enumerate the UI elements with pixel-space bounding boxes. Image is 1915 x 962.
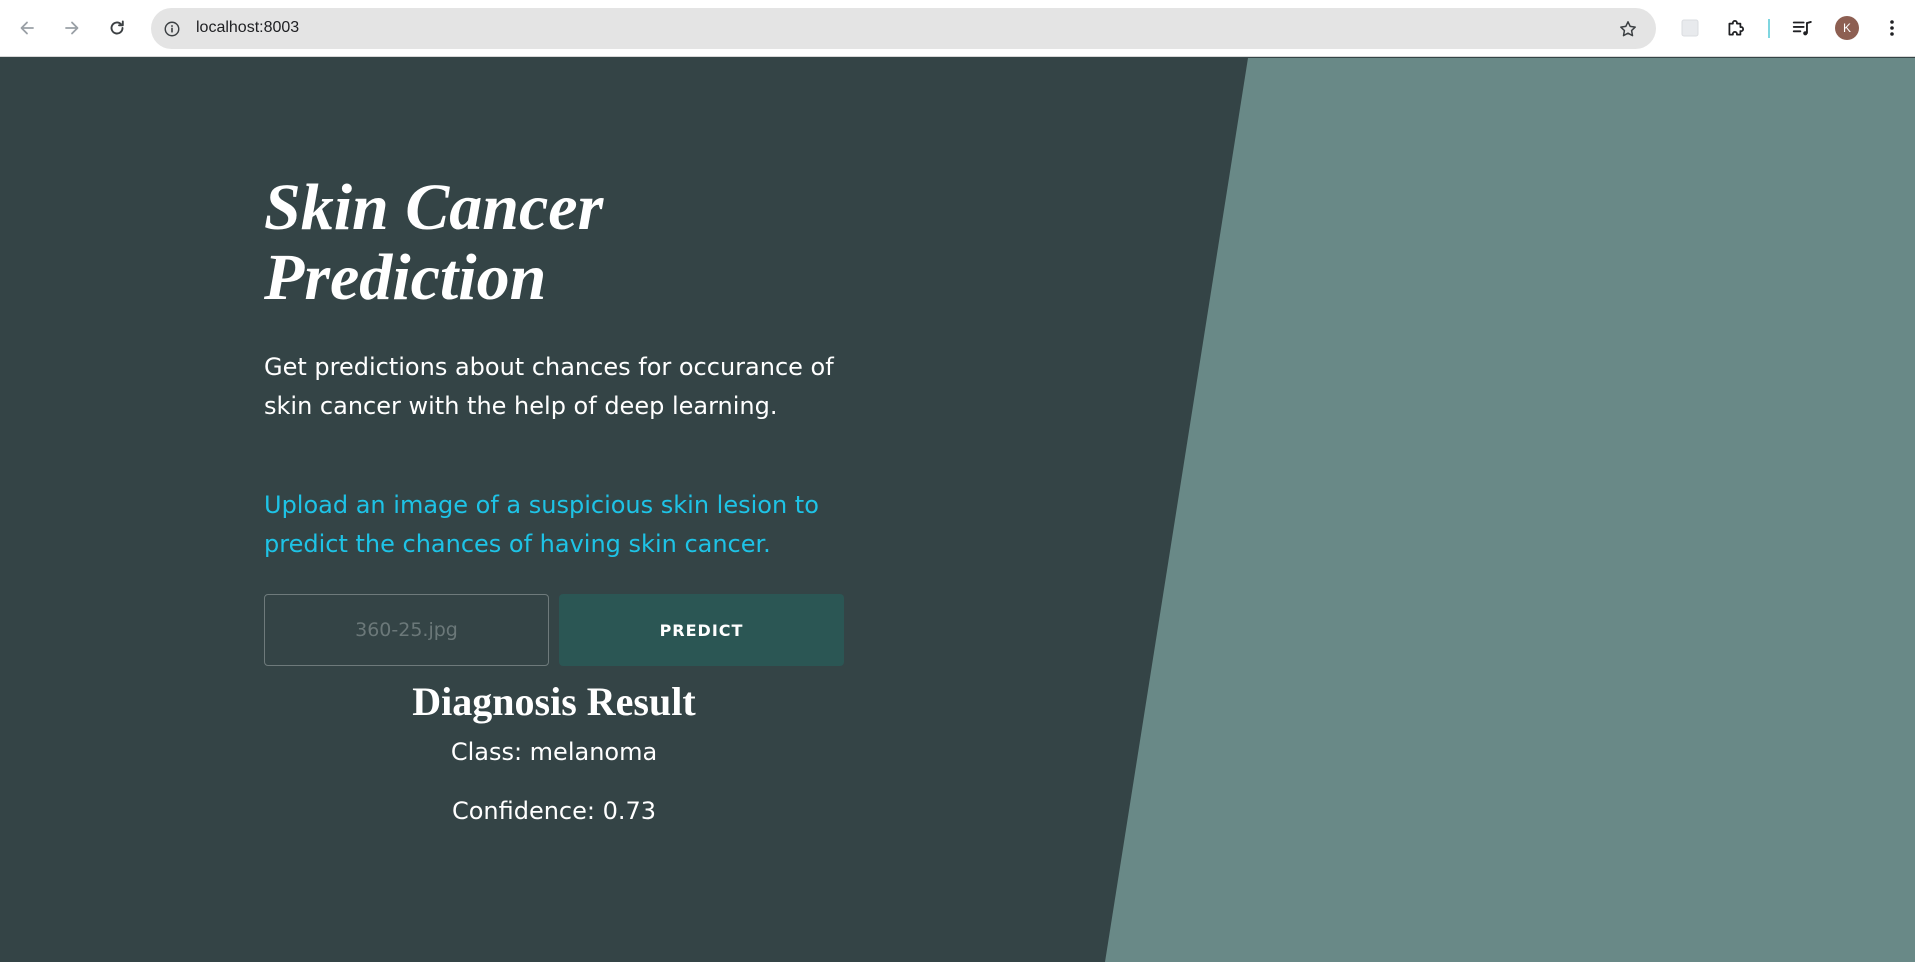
page-viewport: Skin Cancer Prediction Get predictions a…	[0, 58, 1915, 962]
info-icon[interactable]	[161, 18, 183, 40]
toolbar-divider	[1768, 19, 1770, 38]
page-subtitle: Get predictions about chances for occura…	[264, 353, 834, 420]
puzzle-icon[interactable]	[1723, 15, 1749, 41]
upload-instructions: Upload an image of a suspicious skin les…	[264, 491, 819, 558]
result-class: Class: melanoma	[450, 738, 658, 766]
star-icon[interactable]	[1616, 17, 1640, 41]
file-upload-input[interactable]: 360-25.jpg	[264, 594, 549, 666]
page-title: Skin Cancer Prediction	[264, 173, 824, 313]
reload-button[interactable]	[103, 14, 131, 42]
reload-icon	[110, 20, 124, 35]
arrow-left-icon	[20, 21, 34, 35]
forward-button[interactable]	[58, 14, 86, 42]
profile-avatar[interactable]: K	[1835, 16, 1859, 40]
kebab-menu-icon[interactable]	[1879, 15, 1905, 41]
selected-file-name: 360-25.jpg	[355, 619, 458, 641]
arrow-right-icon	[65, 21, 79, 35]
browser-toolbar: localhost:8003 K	[0, 0, 1915, 57]
media-queue-icon[interactable]	[1789, 15, 1815, 41]
address-bar[interactable]: localhost:8003	[151, 8, 1656, 49]
page-title-line1: Skin Cancer	[264, 171, 604, 244]
extension-tile-icon[interactable]	[1677, 15, 1703, 41]
back-button[interactable]	[13, 14, 41, 42]
page-title-line2: Prediction	[264, 241, 547, 314]
diagnosis-result-heading: Diagnosis Result	[412, 679, 696, 724]
predict-button[interactable]: PREDICT	[559, 594, 844, 666]
url-text: localhost:8003	[196, 19, 300, 36]
result-confidence: Confidence: 0.73	[451, 797, 657, 825]
